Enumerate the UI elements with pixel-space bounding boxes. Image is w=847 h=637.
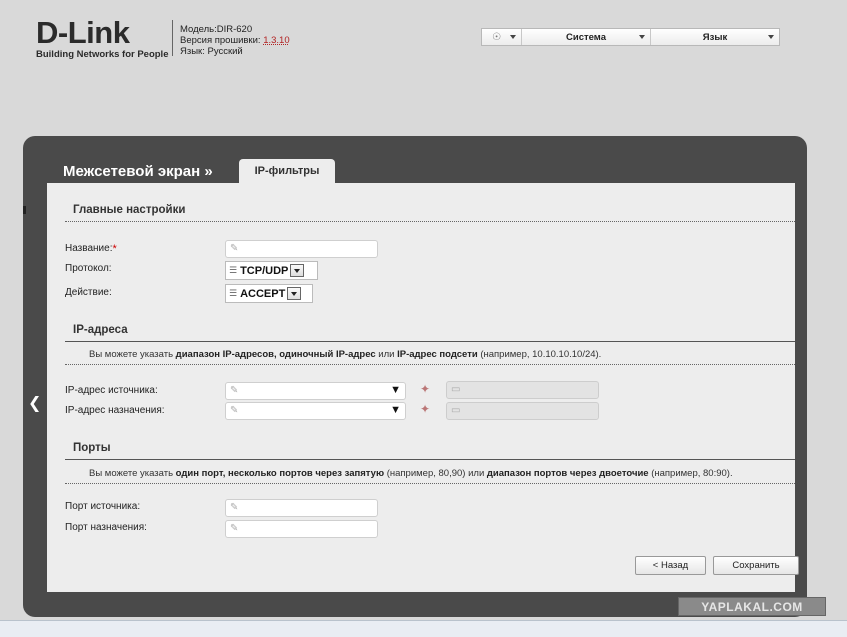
dest-ip-combo[interactable]: ✎ ▼ (225, 402, 406, 420)
required-mark: * (112, 243, 117, 255)
pencil-icon: ▭ (451, 405, 461, 416)
hint-part: (например, 10.10.10.10/24). (477, 349, 602, 360)
content-area: Главные настройки Название:* ✎ Протокол:… (47, 183, 799, 592)
dest-ip-label: IP-адрес назначения: (65, 405, 165, 416)
source-ip-label: IP-адрес источника: (65, 385, 158, 396)
hint-bold: один порт, несколько портов через запяту… (175, 468, 385, 479)
chevron-down-icon[interactable]: ▼ (390, 404, 401, 416)
protocol-select[interactable]: ☰ TCP/UDP (225, 261, 318, 280)
network-icon: ✦ (420, 402, 431, 416)
source-port-label: Порт источника: (65, 501, 141, 512)
pencil-icon: ✎ (230, 243, 239, 254)
hint-part: или (375, 349, 398, 360)
hint-part: Вы можете указать (89, 349, 176, 360)
save-button[interactable]: Сохранить (713, 556, 799, 575)
watermark: YAPLAKAL.COM (678, 597, 826, 616)
tab-ip-filters[interactable]: IP-фильтры (239, 159, 335, 184)
section-divider (65, 341, 795, 342)
logo-tagline: Building Networks for People (36, 49, 169, 60)
hint-part: (например, 80:90). (648, 468, 733, 479)
pencil-icon: ✎ (230, 405, 239, 416)
hint-part: (например, 80,90) или (384, 468, 487, 479)
section-divider (65, 483, 795, 484)
ports-hint-text: Вы можете указать один порт, несколько п… (89, 468, 733, 479)
chevron-down-icon[interactable] (290, 264, 305, 277)
chevron-down-icon (639, 35, 645, 39)
source-ip-combo[interactable]: ✎ ▼ (225, 382, 406, 400)
page-footer-band (0, 620, 847, 637)
network-icon: ✦ (420, 382, 431, 396)
dest-port-label: Порт назначения: (65, 522, 147, 533)
top-menu-bar: ☉ Система Язык (481, 28, 780, 46)
section-title-ip: IP-адреса (73, 324, 128, 336)
list-icon: ☰ (229, 265, 238, 275)
chevron-down-icon (768, 35, 774, 39)
header-divider (172, 20, 173, 56)
device-info: Модель:DIR-620 Версия прошивки: 1.3.10 Я… (180, 24, 290, 57)
protocol-label: Протокол: (65, 263, 112, 274)
logo-brand: D-Link (36, 15, 130, 50)
chevron-down-icon[interactable]: ▼ (390, 384, 401, 396)
panel-side-marker (23, 206, 26, 214)
name-label-text: Название: (65, 243, 113, 254)
pencil-icon: ✎ (230, 523, 239, 534)
dlink-logo: D-Link Building Networks for People (36, 15, 169, 60)
language-menu[interactable]: Язык (651, 29, 779, 45)
hint-bold: диапазон IP-адресов, одиночный IP-адрес (175, 349, 376, 360)
system-menu[interactable]: Система (522, 29, 651, 45)
language-info: Язык: Русский (180, 46, 243, 57)
back-button[interactable]: < Назад (635, 556, 706, 575)
section-divider (65, 364, 795, 365)
hint-bold: диапазон портов через двоеточие (486, 468, 649, 479)
pencil-icon: ▭ (451, 384, 461, 395)
hints-dropdown[interactable]: ☉ (482, 29, 522, 45)
name-input[interactable]: ✎ (225, 240, 378, 258)
page-title[interactable]: Межсетевой экран » (63, 163, 213, 180)
source-ip-range-input[interactable]: ▭ (446, 381, 599, 399)
section-title-main: Главные настройки (73, 204, 186, 216)
list-icon: ☰ (229, 288, 238, 298)
pencil-icon: ✎ (230, 502, 239, 513)
section-divider (65, 221, 795, 222)
hint-part: Вы можете указать (89, 468, 176, 479)
source-port-input[interactable]: ✎ (225, 499, 378, 517)
dest-ip-range-input[interactable]: ▭ (446, 402, 599, 420)
back-arrow-icon[interactable]: ❮ (28, 393, 41, 413)
firmware-line: Версия прошивки: 1.3.10 (180, 35, 290, 46)
chevron-down-icon (510, 35, 516, 39)
action-value: ACCEPT (240, 287, 286, 300)
section-title-ports: Порты (73, 442, 111, 454)
lightbulb-icon: ☉ (492, 31, 501, 43)
ip-hint-text: Вы можете указать диапазон IP-адресов, о… (89, 349, 601, 360)
chevron-down-icon[interactable] (287, 287, 302, 300)
name-label: Название:* (65, 243, 117, 255)
protocol-value: TCP/UDP (240, 264, 289, 277)
main-panel: Межсетевой экран » IP-фильтры ❮ Главные … (23, 136, 807, 617)
action-label: Действие: (65, 287, 112, 298)
firmware-label: Версия прошивки: (180, 35, 261, 46)
firmware-version-link[interactable]: 1.3.10 (263, 35, 289, 46)
section-divider (65, 459, 795, 460)
hint-bold: IP-адрес подсети (397, 349, 478, 360)
pencil-icon: ✎ (230, 385, 239, 396)
dest-port-input[interactable]: ✎ (225, 520, 378, 538)
action-select[interactable]: ☰ ACCEPT (225, 284, 313, 303)
system-menu-label: Система (566, 31, 606, 43)
model-text: Модель:DIR-620 (180, 24, 253, 35)
language-menu-label: Язык (702, 31, 728, 43)
